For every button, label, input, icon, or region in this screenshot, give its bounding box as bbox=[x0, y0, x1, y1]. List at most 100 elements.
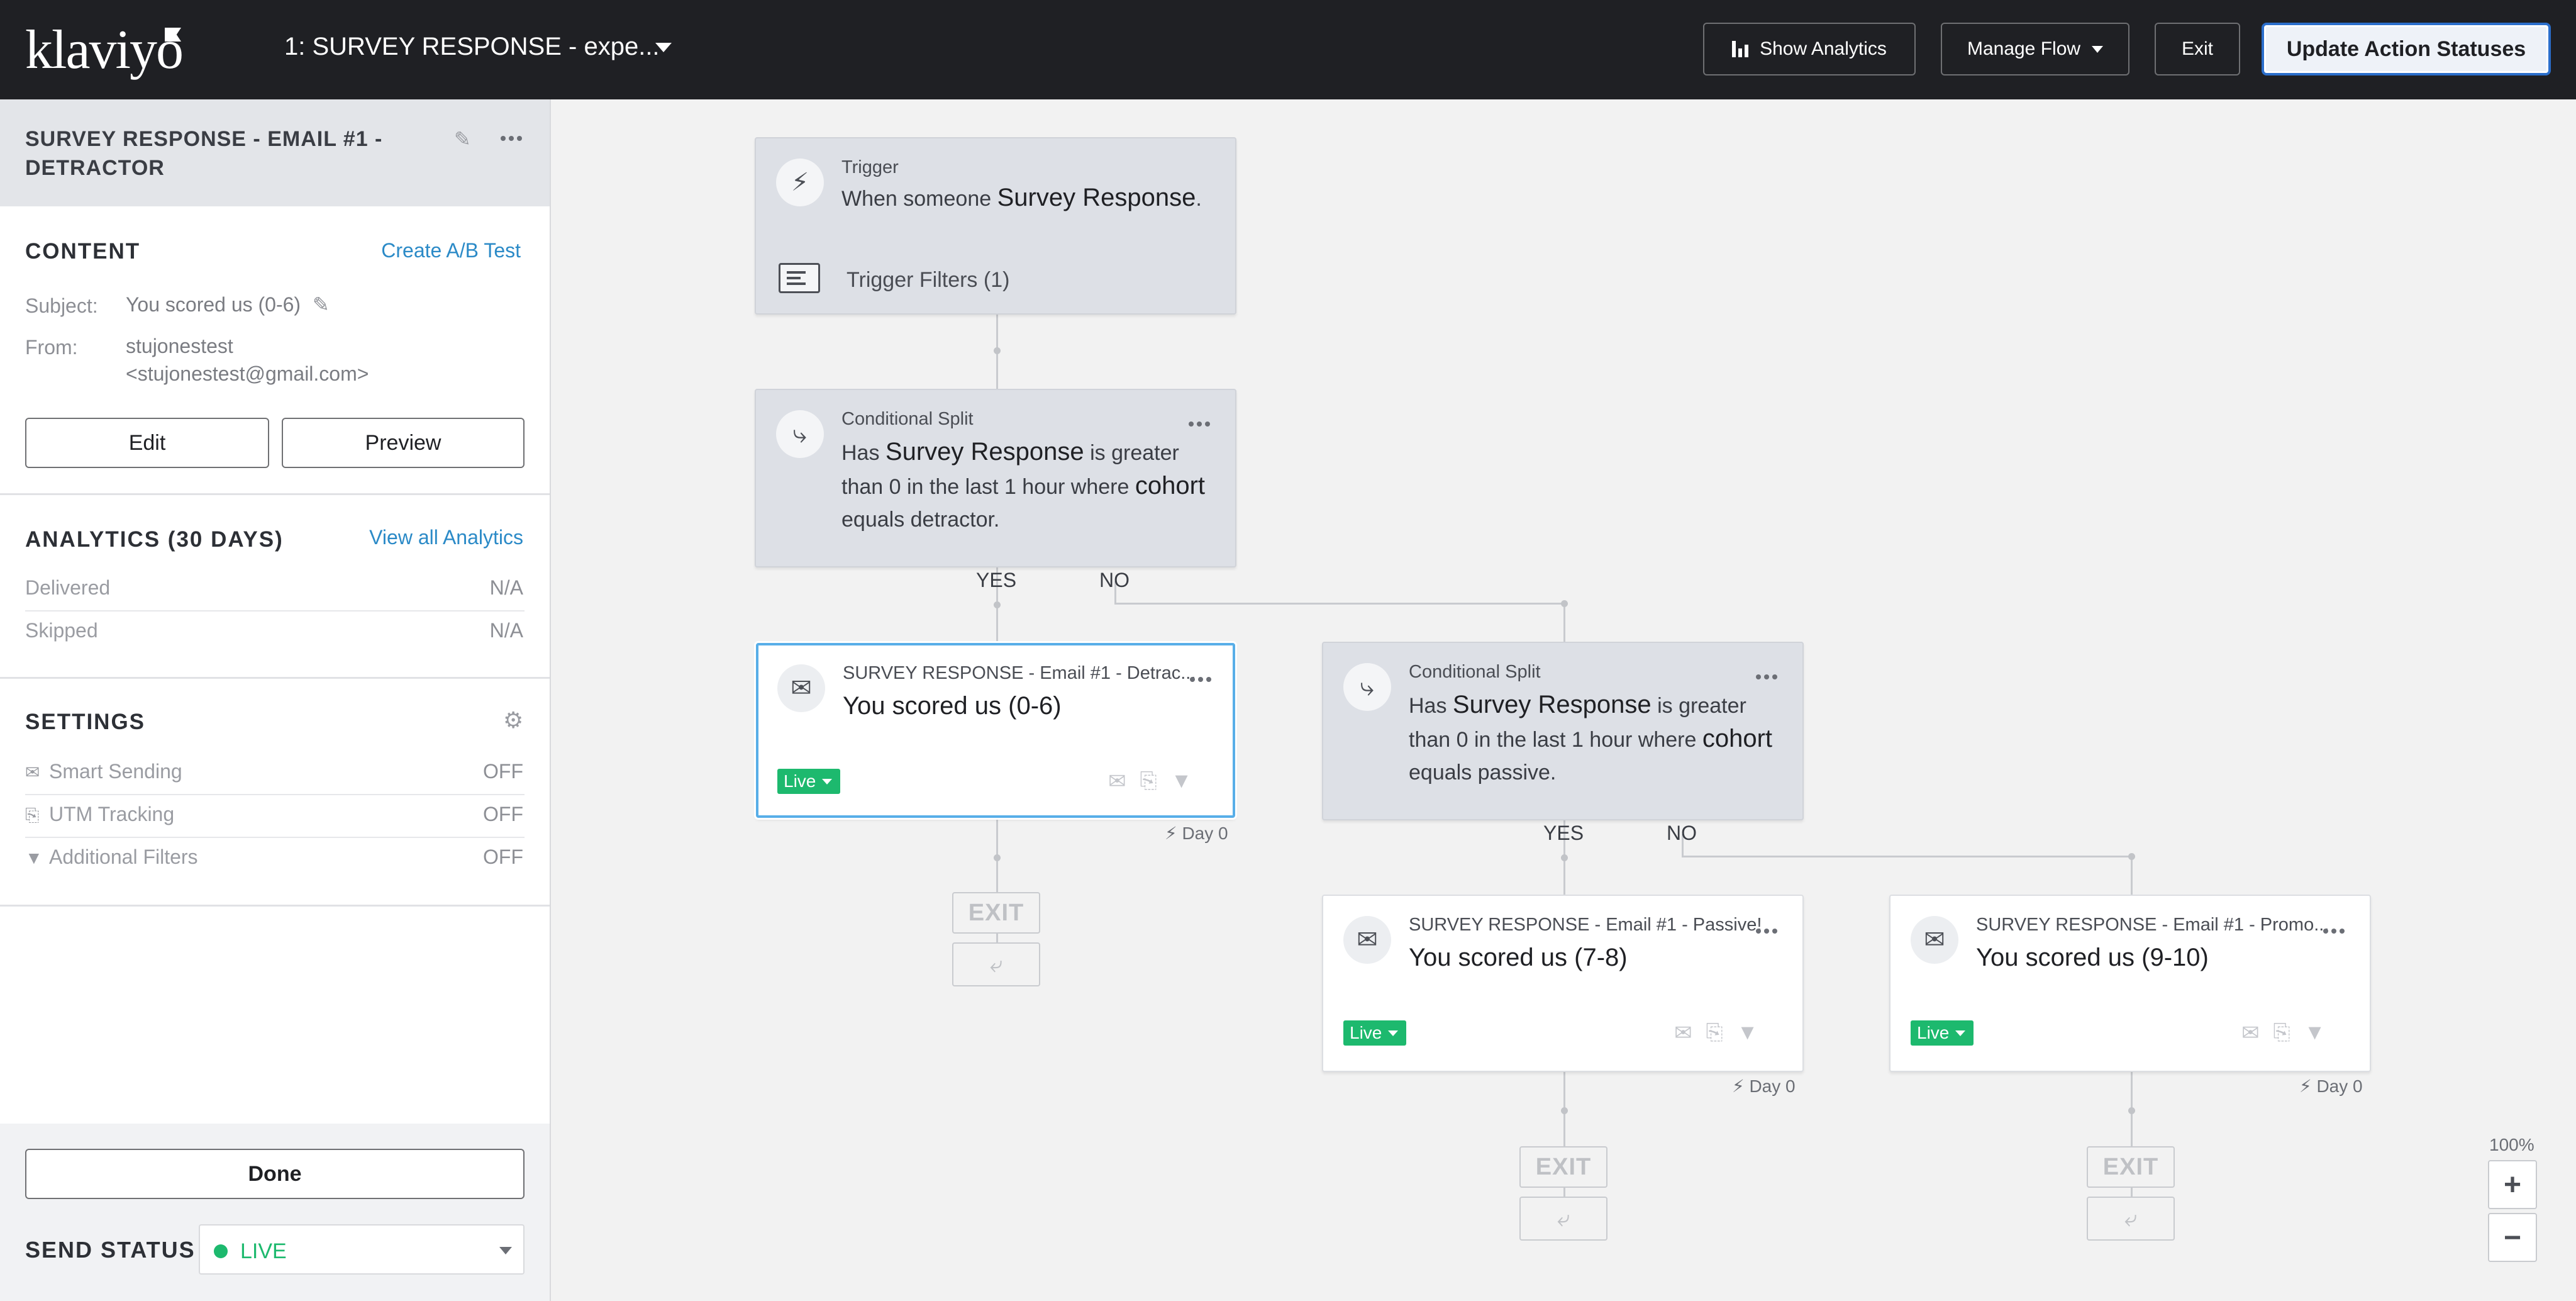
analytics-heading: ANALYTICS (30 DAYS) bbox=[25, 527, 284, 552]
live-status-text: Live bbox=[1350, 1023, 1382, 1042]
trigger-filter-icon bbox=[779, 263, 820, 293]
skipped-value: N/A bbox=[489, 619, 523, 642]
utm-tracking-value: OFF bbox=[483, 803, 523, 825]
skipped-label: Skipped bbox=[25, 619, 98, 642]
exit-button[interactable]: Exit bbox=[2155, 23, 2240, 75]
utm-tracking-icon: ⎘ bbox=[1140, 769, 1157, 793]
flow-title[interactable]: 1: SURVEY RESPONSE - expe... bbox=[284, 33, 660, 61]
more-options-icon[interactable] bbox=[1190, 677, 1211, 682]
sidebar-header: SURVEY RESPONSE - EMAIL #1 - DETRACTOR ✎ bbox=[0, 99, 550, 206]
subject-value[interactable]: You scored us (0-6) ✎ bbox=[126, 291, 330, 318]
rename-pencil-icon[interactable]: ✎ bbox=[454, 127, 471, 151]
email-setting-icons: ✉ ⎘ ▼ bbox=[1108, 769, 1192, 794]
trigger-metric: Survey Response bbox=[997, 184, 1196, 211]
live-status-dot-icon bbox=[214, 1244, 228, 1258]
delay-day-label: ⚡ Day 0 bbox=[1732, 1076, 1796, 1096]
email-subject: You scored us (9-10) bbox=[1976, 944, 2209, 971]
content-heading: CONTENT bbox=[25, 239, 141, 264]
delay-day-label: ⚡ Day 0 bbox=[1165, 824, 1228, 843]
envelope-icon: ✉ bbox=[1911, 916, 1958, 964]
gear-icon[interactable]: ⚙ bbox=[503, 709, 525, 732]
email-settings-sidebar: SURVEY RESPONSE - EMAIL #1 - DETRACTOR ✎… bbox=[0, 99, 551, 1301]
additional-filters-label: ▼ Additional Filters bbox=[25, 846, 198, 869]
connector-node bbox=[1561, 854, 1568, 861]
return-arrow-icon[interactable]: ⤶ bbox=[1519, 1197, 1607, 1241]
no-branch-label: NO bbox=[1667, 822, 1697, 844]
smart-sending-text: Smart Sending bbox=[49, 760, 182, 783]
email-card[interactable]: ✉ SURVEY RESPONSE - Email #1 - Passive! … bbox=[1322, 895, 1804, 1072]
utm-tracking-icon: ⎘ bbox=[25, 805, 40, 825]
smart-sending-icon: ✉ bbox=[25, 762, 40, 782]
split-metric: Survey Response bbox=[1452, 691, 1652, 718]
split-type-label: Conditional Split bbox=[1409, 662, 1541, 682]
delivered-label: Delivered bbox=[25, 576, 111, 599]
live-status-badge[interactable]: Live bbox=[1343, 1020, 1406, 1046]
live-status-text: Live bbox=[1917, 1023, 1950, 1042]
split-text: equals detractor. bbox=[841, 508, 1000, 532]
flow-canvas[interactable]: YES NO YES NO ⚡ Trigger When someone Sur… bbox=[551, 99, 2576, 1301]
more-options-icon[interactable] bbox=[1756, 929, 1777, 934]
section-divider bbox=[0, 677, 550, 679]
show-analytics-button[interactable]: Show Analytics bbox=[1703, 23, 1916, 75]
klaviyo-logo[interactable]: klaviyo bbox=[25, 23, 184, 78]
split-property: cohort bbox=[1135, 472, 1206, 500]
yes-branch-label: YES bbox=[976, 569, 1017, 591]
split-arrow-icon: ⤷ bbox=[776, 410, 824, 458]
row-divider bbox=[25, 610, 525, 611]
send-status-select[interactable]: LIVE bbox=[199, 1224, 525, 1275]
split-type-label: Conditional Split bbox=[841, 409, 974, 429]
from-name: stujonestest bbox=[126, 335, 233, 357]
email-card[interactable]: ✉ SURVEY RESPONSE - Email #1 - Promo... … bbox=[1889, 895, 2371, 1072]
connector-node bbox=[2128, 1107, 2135, 1114]
zoom-in-button[interactable]: + bbox=[2488, 1160, 2537, 1209]
connector-node bbox=[1561, 600, 1568, 607]
additional-filters-value: OFF bbox=[483, 846, 523, 868]
zoom-level: 100% bbox=[2489, 1135, 2534, 1154]
delay-day-text: Day 0 bbox=[1182, 824, 1228, 843]
live-status-badge[interactable]: Live bbox=[777, 769, 840, 794]
chevron-down-icon bbox=[499, 1247, 512, 1254]
utm-tracking-label: ⎘ UTM Tracking bbox=[25, 803, 174, 826]
return-arrow-icon[interactable]: ⤶ bbox=[2087, 1197, 2175, 1241]
create-ab-test-link[interactable]: Create A/B Test bbox=[381, 239, 521, 262]
update-action-statuses-button[interactable]: Update Action Statuses bbox=[2262, 23, 2551, 75]
email-setting-icons: ✉ ⎘ ▼ bbox=[1674, 1020, 1758, 1046]
live-status-badge[interactable]: Live bbox=[1911, 1020, 1974, 1046]
flow-title-chevron-down-icon[interactable] bbox=[655, 43, 672, 52]
trigger-text-end: . bbox=[1196, 187, 1202, 211]
row-divider bbox=[25, 794, 525, 795]
preview-button[interactable]: Preview bbox=[282, 418, 525, 468]
edit-button[interactable]: Edit bbox=[25, 418, 269, 468]
split-description: Has Survey Response is greater than 0 in… bbox=[1409, 688, 1786, 789]
envelope-icon: ✉ bbox=[777, 664, 825, 712]
trigger-type-label: Trigger bbox=[841, 157, 899, 177]
filter-icon: ▼ bbox=[1736, 1020, 1758, 1044]
delay-day-label: ⚡ Day 0 bbox=[2299, 1076, 2363, 1096]
trigger-filters-label[interactable]: Trigger Filters (1) bbox=[847, 268, 1009, 293]
done-button[interactable]: Done bbox=[25, 1149, 525, 1199]
manage-flow-label: Manage Flow bbox=[1967, 38, 2081, 59]
more-options-icon[interactable] bbox=[501, 136, 522, 141]
more-options-icon[interactable] bbox=[1756, 674, 1777, 679]
from-label: From: bbox=[25, 336, 78, 359]
conditional-split-card[interactable]: ⤷ Conditional Split Has Survey Response … bbox=[755, 389, 1236, 567]
return-arrow-icon[interactable]: ⤶ bbox=[952, 942, 1040, 986]
more-options-icon[interactable] bbox=[1189, 422, 1210, 427]
more-options-icon[interactable] bbox=[2323, 929, 2345, 934]
connector-node bbox=[1561, 1107, 1568, 1114]
trigger-card[interactable]: ⚡ Trigger When someone Survey Response. … bbox=[755, 137, 1236, 315]
view-all-analytics-link[interactable]: View all Analytics bbox=[369, 526, 523, 549]
chevron-down-icon bbox=[2092, 45, 2104, 53]
email-card-selected[interactable]: ✉ SURVEY RESPONSE - Email #1 - Detrac...… bbox=[756, 643, 1235, 818]
zoom-out-button[interactable]: − bbox=[2488, 1213, 2537, 1262]
connector-node bbox=[994, 347, 1001, 354]
smart-sending-label: ✉ Smart Sending bbox=[25, 760, 182, 783]
connector-node bbox=[994, 601, 1001, 608]
exit-label: Exit bbox=[2181, 38, 2213, 59]
delay-day-text: Day 0 bbox=[2316, 1076, 2363, 1096]
utm-tracking-icon: ⎘ bbox=[2273, 1020, 2290, 1044]
edit-subject-pencil-icon[interactable]: ✎ bbox=[313, 293, 330, 316]
trigger-description: When someone Survey Response. bbox=[841, 181, 1202, 215]
manage-flow-button[interactable]: Manage Flow bbox=[1941, 23, 2129, 75]
conditional-split-card[interactable]: ⤷ Conditional Split Has Survey Response … bbox=[1322, 642, 1804, 820]
